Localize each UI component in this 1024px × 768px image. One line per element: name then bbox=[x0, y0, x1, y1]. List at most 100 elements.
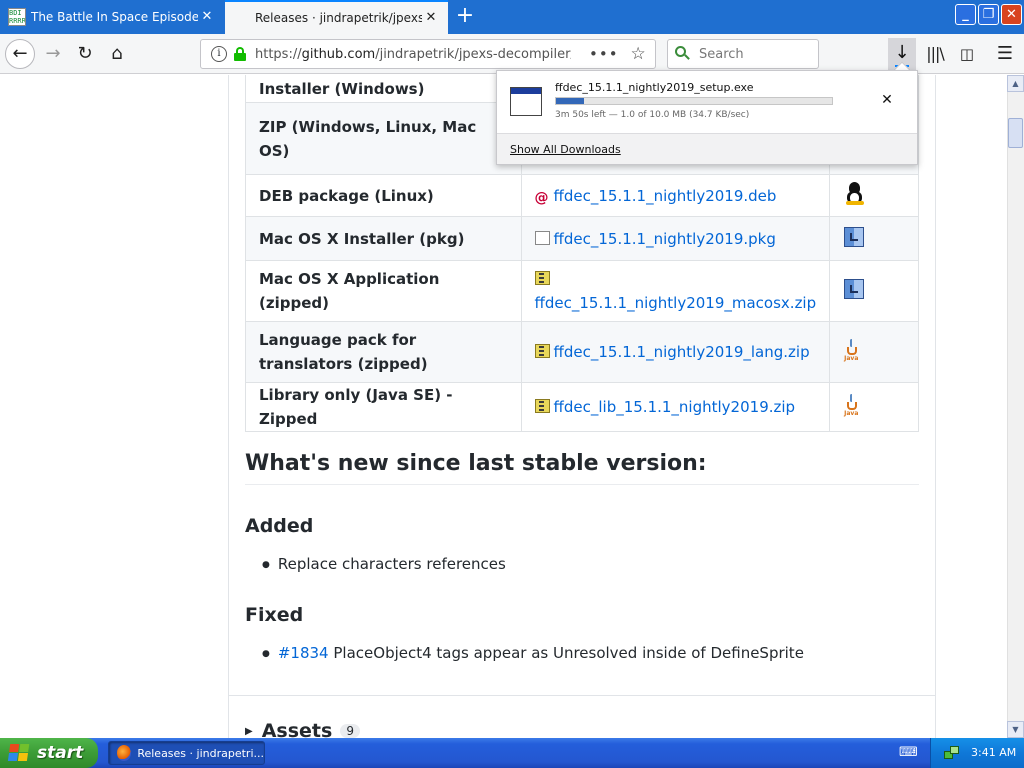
download-item[interactable]: ffdec_15.1.1_nightly2019_setup.exe 3m 50… bbox=[497, 71, 917, 133]
download-link-lang[interactable]: ffdec_15.1.1_nightly2019_lang.zip bbox=[554, 343, 810, 361]
site-info-icon[interactable]: i bbox=[211, 46, 227, 62]
menu-button[interactable]: ☰ bbox=[990, 39, 1020, 69]
release-divider bbox=[229, 695, 935, 696]
assets-title: Assets bbox=[261, 720, 333, 738]
scrollbar-thumb[interactable] bbox=[1008, 118, 1023, 148]
network-tray-icon[interactable] bbox=[944, 745, 960, 761]
sidebar-button[interactable]: ◫ bbox=[952, 39, 982, 69]
os-cell bbox=[829, 260, 919, 322]
tab-title: Releases · jindrapetrik/jpexs-deco bbox=[255, 11, 422, 25]
reload-button[interactable]: ↻ bbox=[70, 39, 100, 69]
table-row: Language pack for translators (zipped) f… bbox=[245, 321, 919, 383]
download-type: Installer (Windows) bbox=[245, 75, 522, 103]
download-file-cell: ffdec_lib_15.1.1_nightly2019.zip bbox=[520, 382, 831, 432]
download-type: ZIP (Windows, Linux, Mac OS) bbox=[245, 102, 522, 175]
exe-file-icon bbox=[510, 87, 542, 116]
list-item: Replace characters references bbox=[262, 555, 506, 573]
page-content: Installer (Windows) ZIP (Windows, Linux,… bbox=[0, 75, 1007, 738]
firefox-icon bbox=[117, 745, 132, 761]
os-cell bbox=[829, 174, 919, 217]
bookmark-star-icon[interactable]: ☆ bbox=[631, 44, 646, 64]
home-button[interactable]: ⌂ bbox=[102, 39, 132, 69]
list-item-text: Replace characters references bbox=[277, 555, 506, 573]
taskbar: start Releases · jindrapetri... ⌨ 3:41 A… bbox=[0, 738, 1024, 768]
caret-right-icon: ▶ bbox=[245, 725, 253, 737]
reload-icon: ↻ bbox=[77, 43, 93, 64]
tab-bar: BDIRRRR The Battle In Space Episodes | O… bbox=[0, 0, 1024, 34]
table-row: Mac OS X Application (zipped) ffdec_15.1… bbox=[245, 260, 919, 322]
url-prefix: https:// bbox=[255, 46, 302, 62]
os-cell: Java bbox=[829, 382, 919, 432]
os-cell: Java bbox=[829, 321, 919, 383]
assets-count-badge: 9 bbox=[340, 724, 360, 738]
download-progress-bar bbox=[555, 97, 833, 105]
download-type: DEB package (Linux) bbox=[245, 174, 522, 217]
added-heading: Added bbox=[245, 515, 314, 537]
back-arrow-icon: ← bbox=[12, 43, 28, 64]
os-cell bbox=[829, 216, 919, 261]
system-tray: 3:41 AM bbox=[930, 738, 1024, 768]
search-icon bbox=[675, 46, 695, 62]
issue-link[interactable]: #1834 bbox=[278, 644, 329, 662]
forward-arrow-icon: → bbox=[45, 43, 61, 64]
list-item-text: PlaceObject4 tags appear as Unresolved i… bbox=[328, 644, 804, 662]
page-actions-icon[interactable]: ••• bbox=[589, 45, 619, 63]
url-host: github.com bbox=[301, 46, 376, 62]
show-all-downloads-button[interactable]: Show All Downloads bbox=[510, 143, 621, 156]
table-row: DEB package (Linux) @ ffdec_15.1.1_nightl… bbox=[245, 174, 919, 217]
download-type: Language pack for translators (zipped) bbox=[245, 321, 522, 383]
home-icon: ⌂ bbox=[111, 43, 123, 64]
new-tab-button[interactable]: + bbox=[452, 4, 478, 30]
hamburger-menu-icon: ☰ bbox=[996, 43, 1014, 64]
scroll-up-button[interactable]: ▲ bbox=[1007, 75, 1024, 92]
download-link-pkg[interactable]: ffdec_15.1.1_nightly2019.pkg bbox=[554, 230, 776, 248]
pkg-icon bbox=[534, 230, 550, 245]
url-bar[interactable]: i https://github.com/jindrapetrik/jpexs-… bbox=[200, 39, 656, 69]
java-icon: Java bbox=[844, 394, 860, 417]
close-tab-icon[interactable]: ✕ bbox=[422, 9, 440, 27]
download-type: Mac OS X Application (zipped) bbox=[245, 260, 522, 322]
download-link-macosx[interactable]: ffdec_15.1.1_nightly2019_macosx.zip bbox=[535, 294, 817, 312]
download-link-deb[interactable]: ffdec_15.1.1_nightly2019.deb bbox=[554, 187, 777, 205]
taskbar-item-label: Releases · jindrapetri... bbox=[137, 746, 264, 760]
downloads-panel-footer[interactable]: Show All Downloads bbox=[497, 133, 917, 164]
minimize-window-button[interactable]: _ bbox=[955, 4, 976, 25]
download-type: Library only (Java SE) - Zipped bbox=[245, 382, 522, 432]
keyboard-tray-icon[interactable]: ⌨ bbox=[899, 744, 918, 762]
search-placeholder: Search bbox=[699, 46, 744, 62]
linux-tux-icon bbox=[844, 181, 866, 206]
download-arrow-icon: ↓ bbox=[894, 42, 910, 63]
table-row: Library only (Java SE) - Zipped ffdec_li… bbox=[245, 382, 919, 432]
maximize-window-button[interactable]: ❐ bbox=[978, 4, 999, 25]
mac-finder-icon bbox=[844, 226, 865, 247]
start-button[interactable]: start bbox=[0, 738, 98, 768]
download-link-lib[interactable]: ffdec_lib_15.1.1_nightly2019.zip bbox=[554, 398, 796, 416]
download-type: Mac OS X Installer (pkg) bbox=[245, 216, 522, 261]
tab-battle-in-space[interactable]: BDIRRRR The Battle In Space Episodes | O… bbox=[0, 0, 224, 34]
list-item: #1834 PlaceObject4 tags appear as Unreso… bbox=[262, 644, 804, 662]
close-window-button[interactable]: ✕ bbox=[1001, 4, 1022, 25]
vertical-scrollbar[interactable] bbox=[1007, 75, 1024, 738]
zip-icon bbox=[534, 271, 550, 285]
download-file-cell: ffdec_15.1.1_nightly2019.pkg bbox=[520, 216, 831, 261]
search-bar[interactable]: Search bbox=[667, 39, 819, 69]
forward-button[interactable]: → bbox=[38, 39, 68, 69]
assets-toggle[interactable]: ▶ Assets 9 bbox=[245, 720, 360, 738]
back-button[interactable]: ← bbox=[5, 39, 35, 69]
cancel-download-button[interactable]: ✕ bbox=[878, 91, 896, 109]
lock-icon bbox=[234, 47, 246, 61]
zip-icon bbox=[534, 344, 550, 358]
tab-releases[interactable]: Releases · jindrapetrik/jpexs-deco ✕ bbox=[225, 0, 448, 34]
table-row: Mac OS X Installer (pkg) ffdec_15.1.1_ni… bbox=[245, 216, 919, 261]
site-favicon-icon: BDI RRRR bbox=[8, 8, 26, 26]
scroll-down-button[interactable]: ▼ bbox=[1007, 721, 1024, 738]
library-button[interactable]: |||\ bbox=[920, 39, 950, 69]
fixed-heading: Fixed bbox=[245, 604, 304, 626]
tab-title: The Battle In Space Episodes | Ot bbox=[31, 10, 198, 24]
close-tab-icon[interactable]: ✕ bbox=[198, 8, 216, 26]
download-status: 3m 50s left — 1.0 of 10.0 MB (34.7 KB/se… bbox=[555, 110, 750, 120]
clock[interactable]: 3:41 AM bbox=[971, 746, 1016, 759]
taskbar-item-firefox[interactable]: Releases · jindrapetri... bbox=[108, 741, 265, 765]
download-filename: ffdec_15.1.1_nightly2019_setup.exe bbox=[555, 81, 754, 94]
url-text[interactable]: https://github.com/jindrapetrik/jpexs-de… bbox=[255, 47, 571, 62]
